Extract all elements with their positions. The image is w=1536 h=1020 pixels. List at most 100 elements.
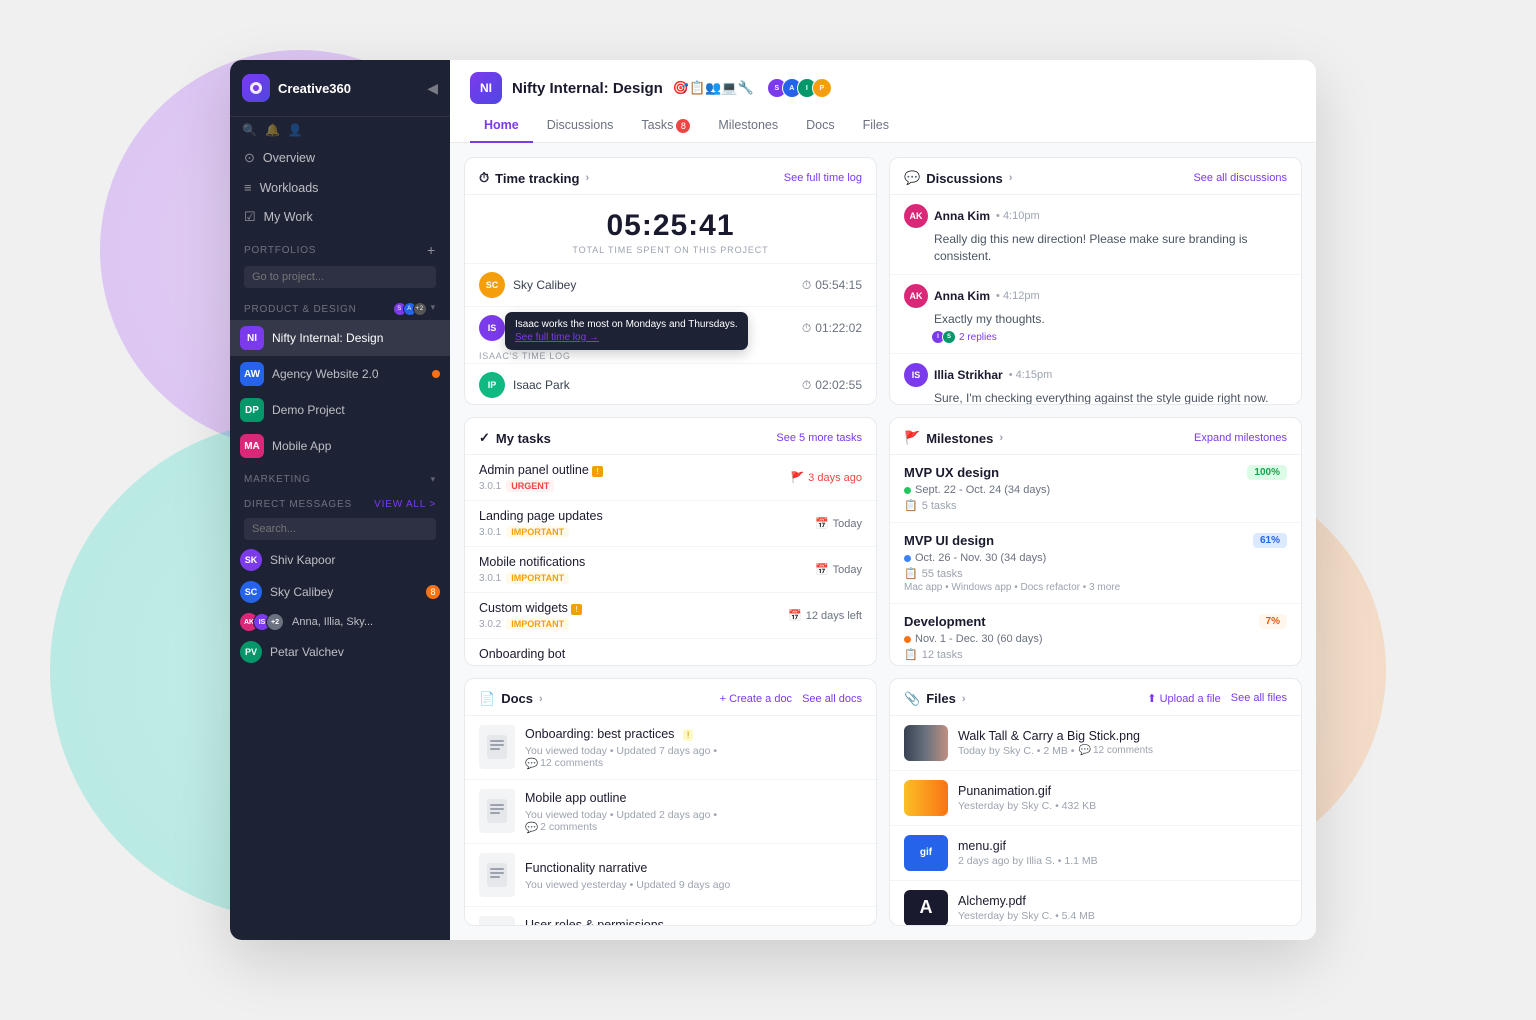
tab-docs[interactable]: Docs: [792, 110, 848, 143]
dm-item-petar[interactable]: PV Petar Valchev: [230, 636, 450, 668]
tab-discussions[interactable]: Discussions: [533, 110, 628, 143]
files-upload-link[interactable]: ⬆ Upload a file: [1147, 692, 1220, 705]
sidebar-collapse-button[interactable]: ◀: [427, 80, 438, 97]
disc-item-anna1: AK Anna Kim • 4:10pm Really dig this new…: [890, 195, 1301, 275]
doc-comments-mobile: 💬 2 comments: [525, 821, 862, 834]
reply-av-2: S: [942, 330, 956, 344]
file-initial-alchemy: A: [920, 897, 933, 918]
dm-search-input[interactable]: [244, 518, 436, 540]
docs-header: 📄 Docs › + Create a doc See all docs: [465, 679, 876, 716]
dm-item-sky[interactable]: SC Sky Calibey 8: [230, 576, 450, 608]
files-icon: 📎: [904, 691, 920, 707]
disc-name-anna2: Anna Kim: [934, 289, 990, 303]
sidebar-item-overview[interactable]: ⊙ Overview: [230, 143, 450, 173]
task-date-mobile: 📅 Today: [815, 563, 862, 576]
file-info-menu: menu.gif 2 days ago by Illia S. • 1.1 MB: [958, 839, 1287, 867]
doc-name-functionality: Functionality narrative: [525, 861, 647, 875]
my-tasks-see-more-link[interactable]: See 5 more tasks: [776, 432, 862, 444]
mywork-icon: ☑: [244, 209, 256, 225]
task-date-custom: 📅 12 days left: [788, 609, 862, 622]
sidebar-project-nifty[interactable]: NI Nifty Internal: Design: [230, 320, 450, 356]
disc-name-anna1: Anna Kim: [934, 209, 990, 223]
tab-milestones[interactable]: Milestones: [704, 110, 792, 143]
tooltip-log-link[interactable]: See full time log →: [515, 332, 738, 343]
project-emoji-icons: 🎯📋👥💻🔧: [673, 80, 754, 96]
sidebar-project-demo[interactable]: DP Demo Project: [230, 392, 450, 428]
task-name-custom: Custom widgets !: [479, 601, 582, 615]
total-time-label: TOTAL TIME SPENT ON THIS PROJECT: [465, 245, 876, 255]
sidebar-label-overview: Overview: [263, 151, 315, 165]
time-row-isaac: Isaac works the most on Mondays and Thur…: [465, 363, 876, 405]
files-card: 📎 Files › ⬆ Upload a file See all files: [889, 678, 1302, 926]
task-item-admin: Admin panel outline ! 3.0.1 URGENT 🚩 3 d…: [465, 455, 876, 501]
milestone-header-dev: Development 7%: [904, 614, 1287, 629]
task-left-custom: Custom widgets ! 3.0.2 IMPORTANT: [479, 601, 582, 630]
project-search-input[interactable]: [244, 266, 436, 288]
sidebar-project-mobile[interactable]: MA Mobile App: [230, 428, 450, 464]
file-meta-menu: 2 days ago by Illia S. • 1.1 MB: [958, 855, 1287, 867]
milestone-mvp-ux: MVP UX design 100% Sept. 22 - Oct. 24 (3…: [890, 455, 1301, 523]
file-item-walktall: Walk Tall & Carry a Big Stick.png Today …: [890, 716, 1301, 771]
disc-text-anna1: Really dig this new direction! Please ma…: [904, 231, 1287, 265]
tab-tasks[interactable]: Tasks8: [627, 110, 704, 143]
my-tasks-card: ✓ My tasks See 5 more tasks Admin panel …: [464, 417, 877, 665]
task-num-onboarding: IDEAS: [479, 664, 509, 665]
docs-create-link[interactable]: + Create a doc: [720, 693, 792, 705]
time-tracking-card: ⏱ Time tracking › See full time log 05:2…: [464, 157, 877, 405]
time-tracking-see-all-link[interactable]: See full time log: [784, 172, 862, 184]
file-meta-alchemy: Yesterday by Sky C. • 5.4 MB: [958, 910, 1287, 922]
search-icon[interactable]: 🔍: [242, 123, 257, 137]
milestone-name-mvp-ux: MVP UX design: [904, 465, 999, 480]
dm-item-shiv[interactable]: SK Shiv Kapoor: [230, 544, 450, 576]
portfolios-section-label: PORTFOLIOS +: [230, 232, 450, 262]
doc-meta-onboarding: You viewed today • Updated 7 days ago • …: [525, 745, 862, 770]
milestone-icon: 🚩: [904, 430, 920, 446]
thumb-img-walktall: [904, 725, 948, 761]
dm-item-group[interactable]: AK IS +2 Anna, Illia, Sky...: [230, 608, 450, 636]
sidebar-search-bar: 🔍 🔔 👤: [230, 117, 450, 143]
sidebar-item-mywork[interactable]: ☑ My Work: [230, 202, 450, 232]
docs-title: 📄 Docs ›: [479, 691, 543, 707]
dm-view-all-link[interactable]: View all >: [374, 499, 436, 510]
milestones-expand-link[interactable]: Expand milestones: [1194, 432, 1287, 444]
project-dot-MA: MA: [240, 434, 264, 458]
docs-see-all-link[interactable]: See all docs: [802, 693, 862, 705]
files-see-all-link[interactable]: See all files: [1231, 692, 1287, 705]
file-comments-walktall: 💬 12 comments: [1078, 745, 1152, 756]
docs-actions: + Create a doc See all docs: [720, 693, 862, 705]
milestones-title-arrow: ›: [999, 432, 1003, 444]
time-avatar-illia: IS: [479, 315, 505, 341]
file-thumb-walktall: [904, 725, 948, 761]
file-thumb-menu: gif: [904, 835, 948, 871]
dm-name-shiv: Shiv Kapoor: [270, 553, 335, 567]
isaacs-log-label: ISAAC'S TIME LOG: [465, 349, 876, 363]
docs-icon: 📄: [479, 691, 495, 707]
profile-icon[interactable]: 👤: [288, 123, 303, 137]
tab-home[interactable]: Home: [470, 110, 533, 143]
project-member-avatars: S A I P: [772, 78, 832, 98]
sidebar-header: Creative360 ◀: [230, 60, 450, 117]
file-info-walktall: Walk Tall & Carry a Big Stick.png Today …: [958, 729, 1287, 757]
doc-meta-mobile-app: You viewed today • Updated 2 days ago • …: [525, 809, 862, 834]
main-content: NI Nifty Internal: Design 🎯📋👥💻🔧 S A I P …: [450, 60, 1316, 940]
milestone-header-mvp-ux: MVP UX design 100%: [904, 465, 1287, 480]
task-left-landing: Landing page updates 3.0.1 IMPORTANT: [479, 509, 603, 538]
tasks-icon-mvp-ui: 📋: [904, 567, 918, 580]
add-portfolio-button[interactable]: +: [427, 242, 436, 258]
doc-icon-userroles: [479, 916, 515, 926]
disc-name-illia: Illia Strikhar: [934, 368, 1003, 382]
sidebar-item-workloads[interactable]: ≡ Workloads: [230, 173, 450, 202]
milestone-name-mvp-ui: MVP UI design: [904, 533, 994, 548]
disc-avatar-illia: IS: [904, 363, 928, 387]
time-value-sky: ⏱ 05:54:15: [802, 278, 862, 293]
dm-name-group: Anna, Illia, Sky...: [292, 616, 373, 628]
time-title-arrow: ›: [585, 172, 589, 184]
sidebar-project-agency[interactable]: AW Agency Website 2.0: [230, 356, 450, 392]
notifications-icon[interactable]: 🔔: [265, 123, 280, 137]
milestone-dot-mvp-ux: [904, 487, 911, 494]
discussions-see-all-link[interactable]: See all discussions: [1193, 172, 1287, 184]
tab-files[interactable]: Files: [849, 110, 903, 143]
milestone-tasks-dev: 📋 12 tasks: [904, 648, 1287, 661]
task-item-onboarding: Onboarding bot IDEAS: [465, 639, 876, 665]
task-item-landing: Landing page updates 3.0.1 IMPORTANT 📅 T…: [465, 501, 876, 547]
